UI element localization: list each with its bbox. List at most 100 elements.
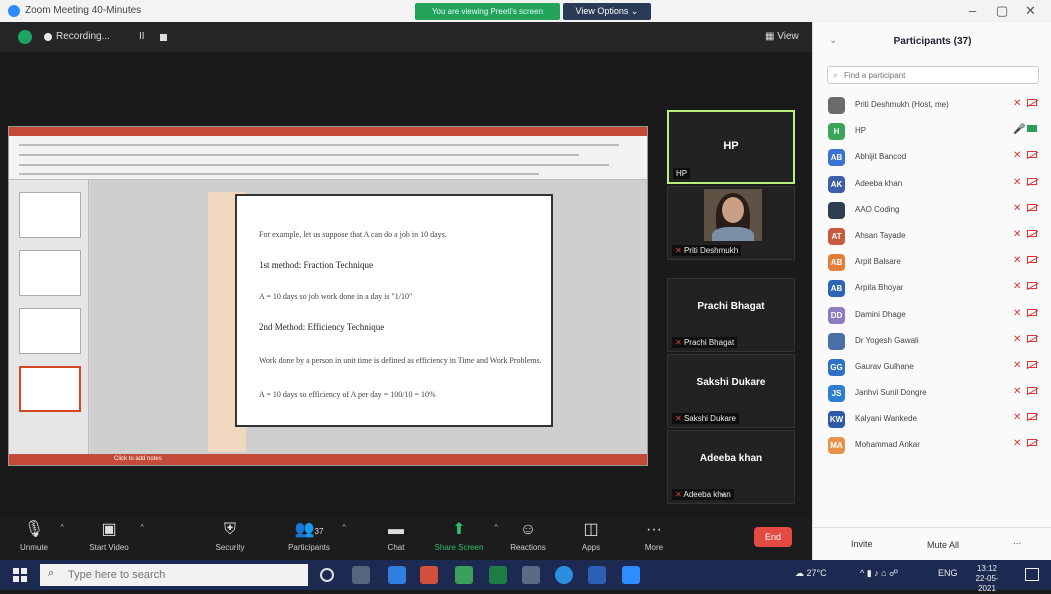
language-indicator[interactable]: ENG (938, 568, 958, 578)
share-screen-label: Share Screen (434, 543, 484, 552)
slide-thumbnail[interactable] (19, 308, 81, 354)
video-off-icon[interactable] (1027, 360, 1037, 368)
more-button[interactable]: ··· More (636, 517, 672, 553)
video-off-icon[interactable] (1027, 334, 1037, 342)
participants-button[interactable]: 👥37 Participants ^ (282, 517, 346, 553)
zoom-taskbar-icon[interactable] (622, 566, 640, 584)
slide-thumbnail[interactable] (19, 250, 81, 296)
chat-button[interactable]: ▬ Chat (378, 517, 414, 553)
video-tile-priti[interactable]: ✕ Priti Deshmukh (667, 186, 795, 260)
weather-widget[interactable]: ☁ 27°C (795, 568, 827, 579)
chat-label: Chat (387, 543, 405, 552)
muted-mic-icon[interactable]: ✕ (1013, 203, 1021, 214)
muted-mic-icon[interactable]: ✕ (1013, 177, 1021, 188)
system-tray-icons[interactable]: ^ ▮ ♪ ⌂ ☍ (860, 568, 898, 579)
slide-thumbnail-selected[interactable] (19, 366, 81, 412)
participant-row[interactable]: AAO Coding ✕ (813, 197, 1051, 223)
caret-up-icon[interactable]: ^ (494, 523, 498, 532)
muted-mic-icon[interactable]: ✕ (1013, 281, 1021, 292)
participant-row[interactable]: AB Abhijit Bancod ✕ (813, 144, 1051, 170)
muted-mic-icon[interactable]: ✕ (1013, 308, 1021, 319)
muted-mic-icon[interactable]: ✕ (1013, 334, 1021, 345)
participant-row[interactable]: AB Arpit Balsare ✕ (813, 249, 1051, 275)
invite-button[interactable]: Invite (851, 539, 873, 549)
cortana-icon[interactable] (320, 568, 334, 582)
participant-row[interactable]: KW Kalyani Wankede ✕ (813, 406, 1051, 432)
powerpoint-taskbar-icon[interactable] (420, 566, 438, 584)
video-off-icon[interactable] (1027, 203, 1037, 211)
muted-mic-icon[interactable]: ✕ (1013, 255, 1021, 266)
video-tile-sakshi[interactable]: Sakshi Dukare ✕ Sakshi Dukare (667, 354, 795, 428)
mute-all-button[interactable]: Mute All (913, 537, 973, 553)
browser-icon[interactable] (555, 566, 573, 584)
taskbar-search[interactable]: ⌕ (40, 564, 308, 586)
microphone-icon[interactable]: 🎤 (1013, 124, 1025, 135)
video-off-icon[interactable] (1027, 256, 1037, 264)
muted-mic-icon[interactable]: ✕ (1013, 386, 1021, 397)
participant-row[interactable]: AT Ahsan Tayade ✕ (813, 223, 1051, 249)
participant-row[interactable]: JS Janhvi Sunil Dongre ✕ (813, 380, 1051, 406)
excel-icon[interactable] (489, 566, 507, 584)
end-meeting-button[interactable]: End (754, 527, 792, 547)
muted-mic-icon[interactable]: ✕ (1013, 98, 1021, 109)
caret-up-icon[interactable]: ^ (140, 523, 144, 532)
video-off-icon[interactable] (1027, 413, 1037, 421)
stop-recording-icon[interactable] (160, 34, 167, 41)
reactions-button[interactable]: ☺ Reactions (506, 517, 550, 553)
video-off-icon[interactable] (1027, 282, 1037, 290)
video-off-icon[interactable] (1027, 177, 1037, 185)
muted-mic-icon[interactable]: ✕ (1013, 229, 1021, 240)
video-off-icon[interactable] (1027, 229, 1037, 237)
video-on-icon[interactable] (1027, 125, 1037, 133)
file-explorer-icon[interactable] (522, 566, 540, 584)
encryption-shield-icon[interactable] (18, 30, 32, 44)
video-tile-prachi[interactable]: Prachi Bhagat ✕ Prachi Bhagat (667, 278, 795, 352)
muted-mic-icon[interactable]: ✕ (1013, 150, 1021, 161)
word-icon[interactable] (588, 566, 606, 584)
participant-row[interactable]: AK Adeeba khan ✕ (813, 171, 1051, 197)
video-off-icon[interactable] (1027, 151, 1037, 159)
security-button[interactable]: ⛨ Security (210, 517, 250, 553)
video-off-icon[interactable] (1027, 439, 1037, 447)
view-options-button[interactable]: View Options ⌄ (563, 3, 651, 20)
caret-up-icon[interactable]: ^ (342, 523, 346, 532)
unmute-button[interactable]: 🎙 Unmute ^ (14, 517, 64, 553)
chevron-down-icon[interactable]: ⌄ (718, 485, 728, 499)
participant-row[interactable]: H HP 🎤 (813, 118, 1051, 144)
avatar: AB (828, 254, 845, 272)
video-tile-adeeba[interactable]: Adeeba khan ✕ Adeeba khan (667, 430, 795, 504)
caret-up-icon[interactable]: ^ (60, 523, 64, 532)
close-button[interactable]: ✕ (1025, 4, 1036, 18)
task-view-icon[interactable] (352, 566, 370, 584)
participant-row[interactable]: Dr Yogesh Gawali ✕ (813, 328, 1051, 354)
chrome-icon[interactable] (455, 566, 473, 584)
maximize-button[interactable]: ▢ (996, 4, 1008, 18)
temperature-label: 27°C (806, 568, 827, 578)
edge-icon[interactable] (388, 566, 406, 584)
taskbar-search-input[interactable] (68, 568, 298, 582)
muted-mic-icon[interactable]: ✕ (1013, 360, 1021, 371)
panel-more-button[interactable]: ... (1013, 536, 1021, 547)
start-video-button[interactable]: ▣ Start Video ^ (84, 517, 144, 553)
participant-row[interactable]: Priti Deshmukh (Host, me) ✕ (813, 92, 1051, 118)
video-tile-hp[interactable]: HP HP (667, 110, 795, 184)
participant-row[interactable]: MA Mohammad Ankar ✕ (813, 432, 1051, 458)
slide-thumbnail[interactable] (19, 192, 81, 238)
muted-mic-icon[interactable]: ✕ (1013, 438, 1021, 449)
participant-row[interactable]: AB Arpita Bhoyar ✕ (813, 275, 1051, 301)
video-off-icon[interactable] (1027, 387, 1037, 395)
participant-row[interactable]: DD Damini Dhage ✕ (813, 302, 1051, 328)
windows-start-icon[interactable] (13, 568, 27, 582)
muted-mic-icon[interactable]: ✕ (1013, 412, 1021, 423)
apps-button[interactable]: ◫ Apps (574, 517, 608, 553)
minimize-button[interactable]: – (969, 4, 976, 18)
participant-search[interactable]: ⌕ (827, 66, 1039, 84)
share-screen-button[interactable]: ⬆ Share Screen ^ (430, 517, 498, 553)
video-off-icon[interactable] (1027, 308, 1037, 316)
notification-icon[interactable] (1025, 568, 1039, 581)
pause-recording-icon[interactable]: II (139, 31, 145, 42)
participant-search-input[interactable] (844, 68, 1034, 82)
view-button[interactable]: ▦ View (765, 31, 799, 42)
video-off-icon[interactable] (1027, 99, 1037, 106)
participant-row[interactable]: GG Gaurav Gulhane ✕ (813, 354, 1051, 380)
